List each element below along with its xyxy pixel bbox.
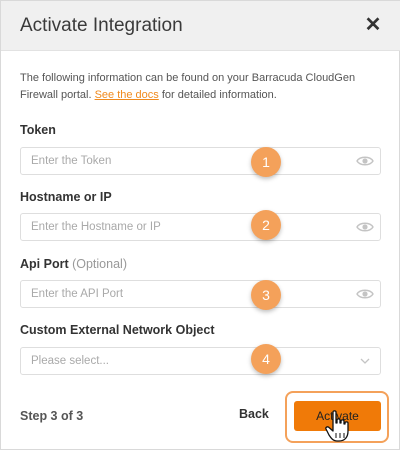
dialog-title: Activate Integration — [20, 15, 183, 36]
intro-text: The following information can be found o… — [20, 70, 380, 104]
token-label: Token — [20, 123, 56, 137]
select-placeholder: Please select... — [31, 355, 109, 367]
api-port-input[interactable] — [31, 286, 331, 302]
hostname-input[interactable] — [31, 219, 331, 235]
dialog-header: Activate Integration ✕ — [1, 1, 400, 51]
chevron-down-icon — [360, 358, 370, 364]
step-marker-1: 1 — [251, 147, 281, 177]
intro-text-after: for detailed information. — [158, 89, 277, 101]
step-marker-4: 4 — [251, 344, 281, 374]
eye-icon[interactable] — [356, 220, 374, 234]
token-input[interactable] — [31, 153, 331, 169]
hand-pointer-icon — [325, 410, 349, 442]
hostname-label: Hostname or IP — [20, 190, 112, 204]
optional-tag: (Optional) — [72, 257, 127, 271]
hostname-field[interactable] — [20, 213, 381, 241]
activate-integration-dialog: Activate Integration ✕ The following inf… — [0, 0, 400, 450]
eye-icon[interactable] — [356, 154, 374, 168]
back-button[interactable]: Back — [239, 407, 269, 421]
network-object-select[interactable]: Please select... — [20, 347, 381, 375]
api-port-label-text: Api Port — [20, 257, 69, 271]
step-indicator: Step 3 of 3 — [20, 409, 84, 423]
step-marker-2: 2 — [251, 210, 281, 240]
close-icon[interactable]: ✕ — [363, 14, 383, 36]
token-field[interactable] — [20, 147, 381, 175]
see-the-docs-link[interactable]: See the docs — [95, 89, 159, 101]
api-port-label: Api Port (Optional) — [20, 257, 127, 271]
api-port-field[interactable] — [20, 280, 381, 308]
network-object-label: Custom External Network Object — [20, 323, 215, 337]
eye-icon[interactable] — [356, 287, 374, 301]
step-marker-3: 3 — [251, 280, 281, 310]
